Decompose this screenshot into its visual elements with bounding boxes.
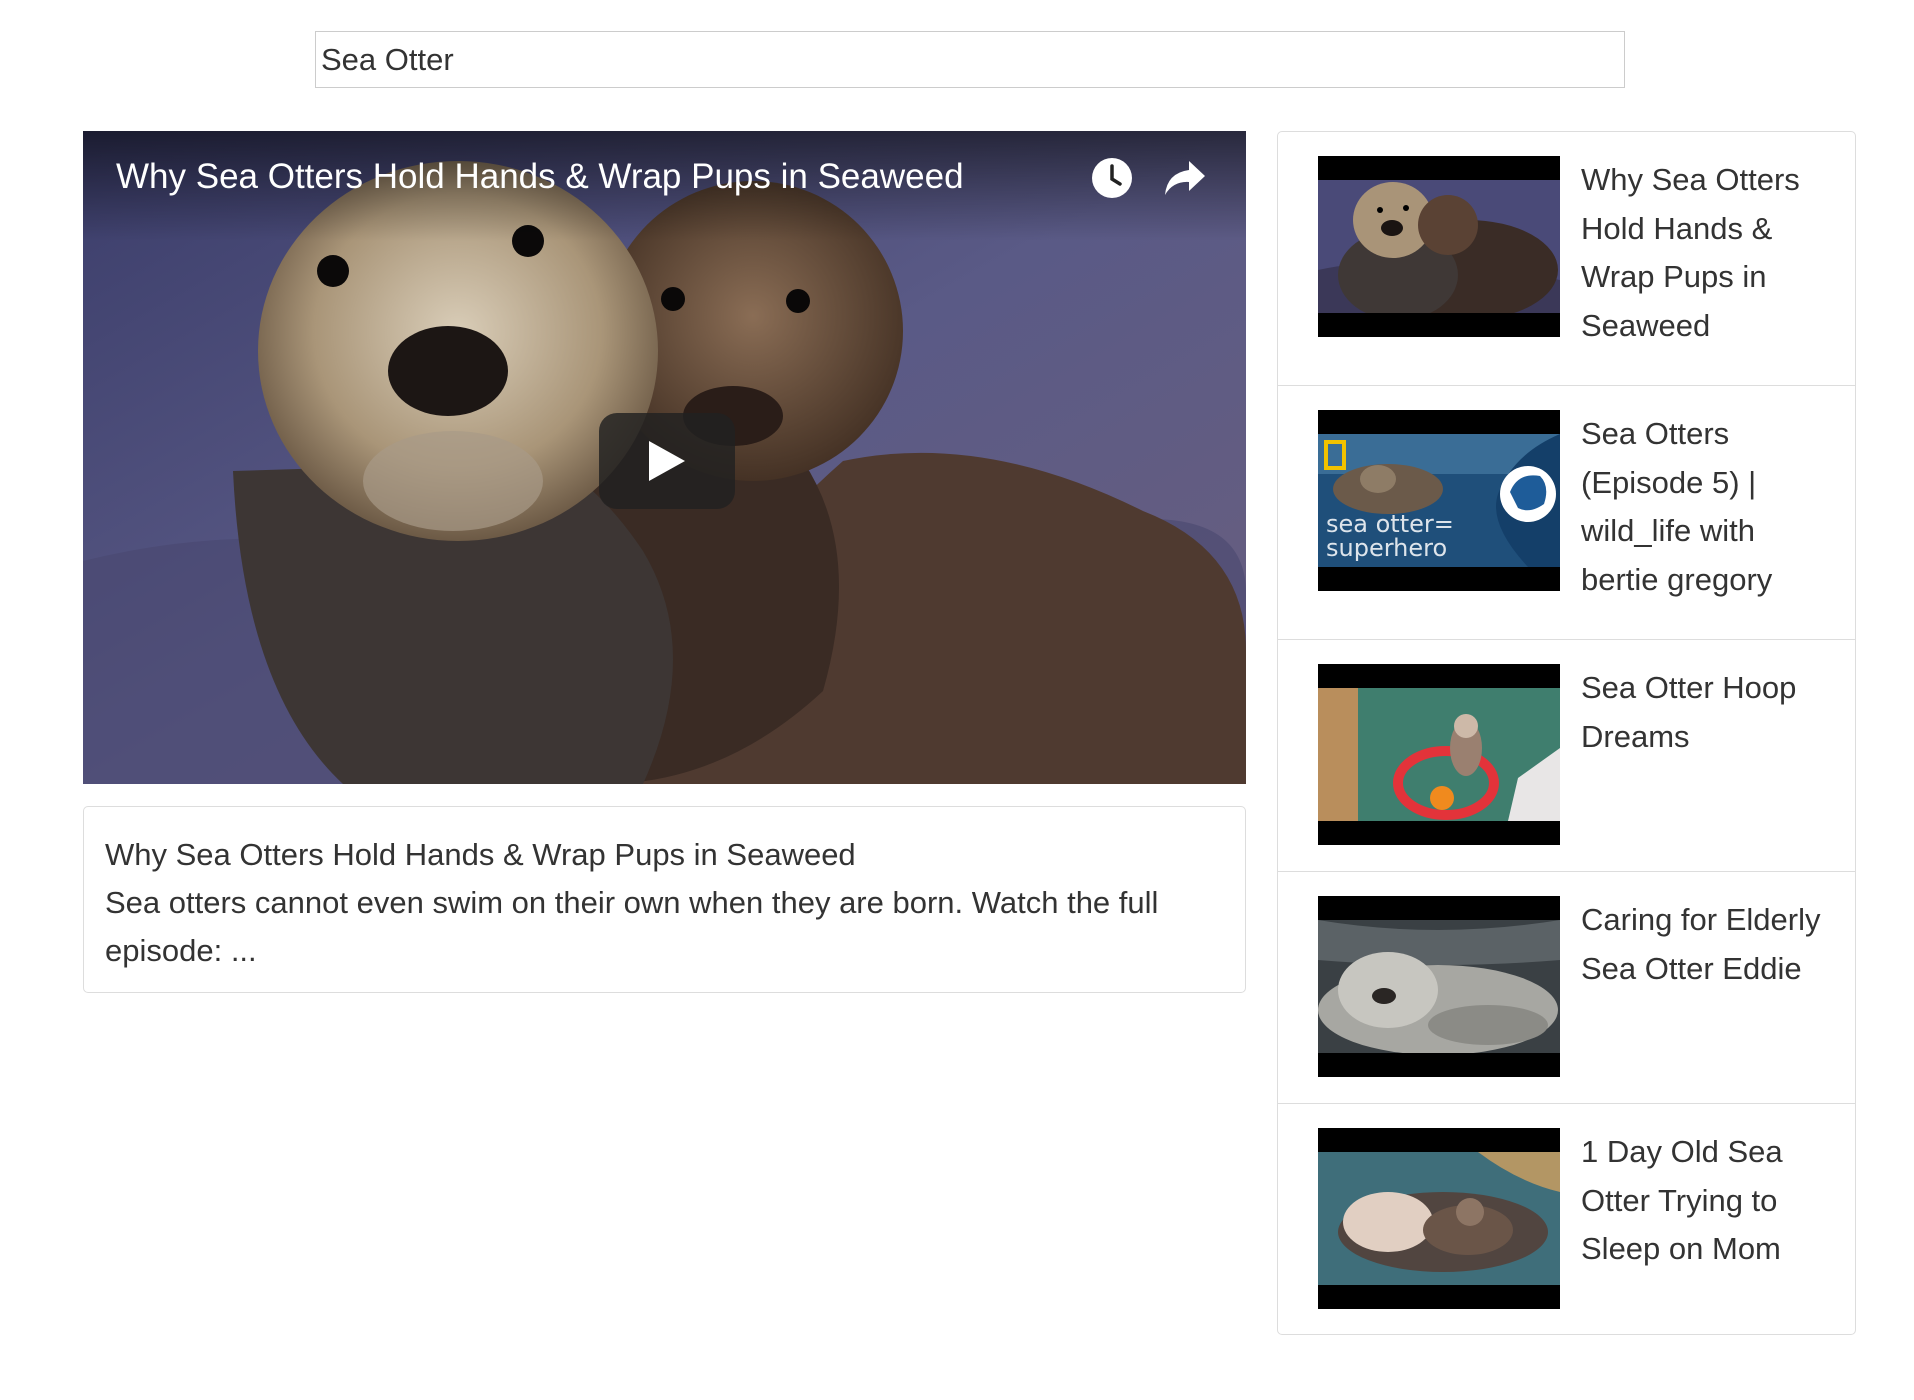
- play-icon: [649, 441, 685, 481]
- video-list-item-title[interactable]: Caring for Elderly Sea Otter Eddie: [1581, 896, 1831, 993]
- video-thumbnail[interactable]: [1318, 156, 1560, 337]
- video-list-item-title[interactable]: Why Sea Otters Hold Hands & Wrap Pups in…: [1581, 156, 1831, 350]
- thumbnail-overlay-text: superhero: [1326, 534, 1447, 562]
- video-thumbnail[interactable]: [1318, 1128, 1560, 1309]
- video-list-item[interactable]: Why Sea Otters Hold Hands & Wrap Pups in…: [1278, 132, 1855, 385]
- video-list-item[interactable]: Caring for Elderly Sea Otter Eddie: [1278, 871, 1855, 1103]
- video-list-item-title[interactable]: 1 Day Old Sea Otter Trying to Sleep on M…: [1581, 1128, 1831, 1274]
- video-list-item-title[interactable]: Sea Otters (Episode 5) | wild_life with …: [1581, 410, 1831, 604]
- video-thumbnail[interactable]: sea otter= superhero: [1318, 410, 1560, 591]
- share-icon[interactable]: [1163, 157, 1207, 199]
- video-list-item[interactable]: 1 Day Old Sea Otter Trying to Sleep on M…: [1278, 1103, 1855, 1334]
- search-input[interactable]: [315, 31, 1625, 88]
- video-list-item-title[interactable]: Sea Otter Hoop Dreams: [1581, 664, 1831, 761]
- video-player[interactable]: Why Sea Otters Hold Hands & Wrap Pups in…: [83, 131, 1246, 784]
- video-description-panel: Why Sea Otters Hold Hands & Wrap Pups in…: [83, 806, 1246, 993]
- video-thumbnail[interactable]: [1318, 896, 1560, 1077]
- video-thumbnail[interactable]: [1318, 664, 1560, 845]
- play-button[interactable]: [599, 413, 735, 509]
- player-title[interactable]: Why Sea Otters Hold Hands & Wrap Pups in…: [116, 157, 964, 197]
- video-list-item[interactable]: Sea Otter Hoop Dreams: [1278, 639, 1855, 871]
- video-list: Why Sea Otters Hold Hands & Wrap Pups in…: [1277, 131, 1856, 1335]
- description-title: Why Sea Otters Hold Hands & Wrap Pups in…: [105, 837, 856, 872]
- video-list-item[interactable]: sea otter= superhero Sea Otters (Episode…: [1278, 385, 1855, 639]
- clock-icon[interactable]: [1091, 157, 1133, 199]
- description-text: Sea otters cannot even swim on their own…: [105, 885, 1159, 968]
